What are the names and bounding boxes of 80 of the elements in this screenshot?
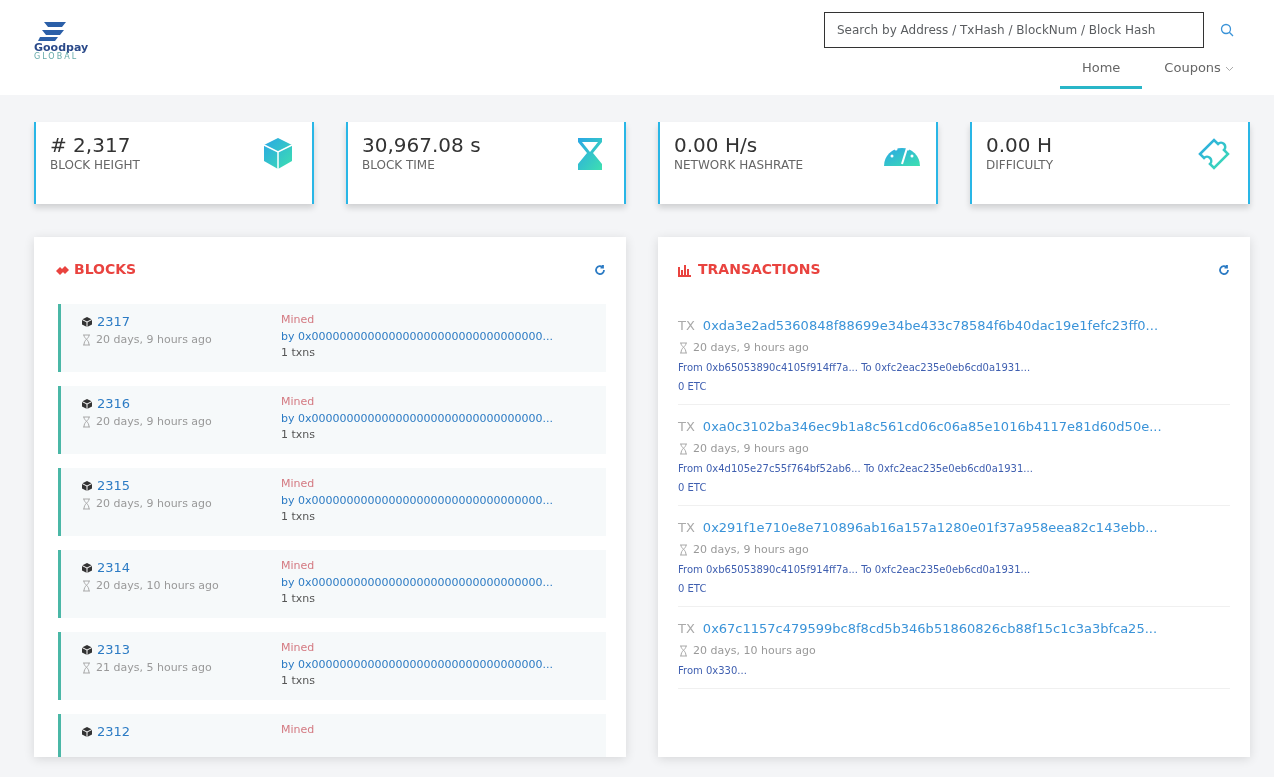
search-field[interactable]: Search by Address / TxHash / BlockNum / Block Hash [824, 12, 1204, 48]
cube-icon [81, 397, 93, 410]
hourglass-icon [81, 579, 92, 592]
hourglass-icon [81, 415, 92, 428]
tx-hash[interactable]: 0x67c1157c479599bc8f8cd5b346b51860826cb88f15c1c3a3bfca25... [702, 619, 1158, 639]
mined-label: Mined [281, 722, 315, 738]
logo-subtext: GLOBAL [34, 53, 79, 61]
tx-route: From 0x330... [678, 664, 748, 678]
txn-count: 1 txns [281, 509, 317, 525]
hourglass-icon [678, 543, 689, 556]
stat-label: BLOCK TIME [362, 157, 436, 174]
block-number[interactable]: 2314 [97, 558, 131, 578]
tx-amount: 0 ETC [678, 380, 708, 394]
panel-title: BLOCKS [74, 260, 137, 279]
tx-amount: 0 ETC [678, 582, 708, 596]
block-age: 20 days, 10 hours ago [96, 577, 219, 594]
tx-amount: 0 ETC [678, 481, 708, 495]
hourglass-icon [678, 341, 689, 354]
hourglass-icon [81, 333, 92, 346]
refresh-icon [1218, 263, 1230, 276]
miner-address[interactable]: by 0x000000000000000000000000000000000... [281, 492, 553, 509]
tx-hash[interactable]: 0x291f1e710e8e710896ab16a157a1280e01f37a958eea82c143ebb... [702, 518, 1158, 538]
tx-route: From 0x4d105e27c55f764bf52ab6... To 0xfc2eac235e0eb6cd0a1931... [678, 462, 1034, 476]
block-number[interactable]: 2315 [97, 476, 131, 496]
stat-value: 0.00 H/s [674, 134, 759, 156]
panel-title: TRANSACTIONS [698, 260, 821, 279]
miner-address[interactable]: by 0x000000000000000000000000000000000... [281, 328, 553, 345]
hourglass-icon [678, 442, 689, 455]
block-age: 21 days, 5 hours ago [96, 659, 212, 676]
miner-address[interactable]: by 0x000000000000000000000000000000000... [281, 656, 553, 673]
cube-icon [81, 315, 93, 328]
block-number[interactable]: 2312 [97, 722, 131, 742]
block-number[interactable]: 2317 [97, 312, 131, 332]
tx-age: 20 days, 9 hours ago [693, 339, 809, 356]
tx-route: From 0xb65053890c4105f914ff7a... To 0xfc2eac235e0eb6cd0a1931... [678, 563, 1032, 577]
tx-label: TX [678, 620, 695, 638]
tx-label: TX [678, 519, 695, 537]
txn-count: 1 txns [281, 673, 317, 689]
hourglass-icon [81, 661, 92, 674]
miner-address[interactable]: by 0x000000000000000000000000000000000... [281, 574, 553, 591]
mined-label: Mined [281, 312, 316, 328]
bar-chart-icon [678, 262, 694, 277]
mined-label: Mined [281, 394, 316, 410]
stat-label: NETWORK HASHRATE [674, 157, 804, 174]
mined-label: Mined [281, 558, 316, 574]
tx-route: From 0xb65053890c4105f914ff7a... To 0xfc2eac235e0eb6cd0a1931... [678, 361, 1032, 375]
stat-label: DIFFICULTY [986, 157, 1053, 174]
txn-count: 1 txns [281, 591, 317, 607]
nav-tab[interactable]: Coupons [1142, 52, 1256, 89]
tx-label: TX [678, 418, 695, 436]
txn-count: 1 txns [281, 427, 317, 443]
mined-label: Mined [281, 476, 316, 492]
tx-age: 20 days, 10 hours ago [693, 642, 816, 659]
hourglass-icon [678, 644, 689, 657]
logo-text: Goodpay [34, 42, 89, 53]
stat-value: 0.00 H [986, 134, 1053, 156]
refresh-icon [594, 263, 606, 276]
stat-value: # 2,317 [50, 134, 132, 156]
cube-icon [81, 561, 93, 574]
block-number[interactable]: 2313 [97, 640, 131, 660]
stat-label: BLOCK HEIGHT [50, 157, 140, 174]
tx-hash[interactable]: 0xda3e2ad5360848f88699e34be433c78584f6b40dac19e1fefc23ff0... [702, 316, 1159, 336]
tx-age: 20 days, 9 hours ago [693, 541, 809, 558]
cube-icon [81, 725, 93, 738]
block-number[interactable]: 2316 [97, 394, 131, 414]
hourglass-icon [81, 497, 92, 510]
tx-age: 20 days, 9 hours ago [693, 440, 809, 457]
cube-icon [81, 479, 93, 492]
cube-icon [81, 643, 93, 656]
block-age: 20 days, 9 hours ago [96, 331, 212, 348]
search-icon[interactable] [1220, 23, 1234, 37]
block-age: 20 days, 9 hours ago [96, 413, 212, 430]
stat-value: 30,967.08 s [362, 134, 481, 156]
miner-address[interactable]: by 0x000000000000000000000000000000000... [281, 410, 553, 427]
txn-count: 1 txns [281, 345, 317, 361]
tx-hash[interactable]: 0xa0c3102ba346ec9b1a8c561cd06c06a85e1016b4117e81d60d50e... [702, 417, 1162, 437]
block-age: 20 days, 9 hours ago [96, 495, 212, 512]
nav-tab[interactable]: Home [1059, 52, 1143, 89]
tx-label: TX [678, 317, 695, 335]
mined-label: Mined [281, 640, 316, 656]
